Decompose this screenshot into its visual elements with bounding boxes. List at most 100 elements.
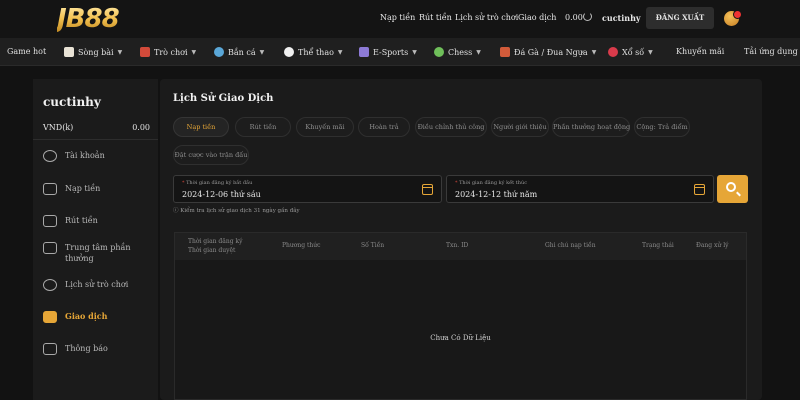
search-icon [726, 182, 736, 192]
chevron-down-icon: ▼ [412, 48, 417, 56]
lottery-ball-icon [608, 47, 618, 57]
sidebar-item-deposit[interactable]: Nạp tiền [43, 183, 100, 195]
nav-item-esports[interactable]: E-Sports ▼ [359, 47, 417, 57]
logo-text: JB88 [57, 4, 120, 34]
refresh-icon[interactable] [583, 12, 592, 21]
nav-item-download-app[interactable]: Tải ứng dụng [744, 47, 798, 56]
search-button[interactable] [717, 175, 748, 203]
column-header-register-time: Thời gian đăng ký [188, 238, 243, 245]
top-link-withdraw[interactable]: Rút tiền [419, 13, 452, 22]
coins-icon [43, 311, 57, 323]
header-balance: 0.00 [565, 13, 583, 22]
slot-machine-icon [140, 47, 150, 57]
sidebar-username: cuctinhy [43, 95, 101, 109]
header-username: cuctinhy [602, 13, 641, 23]
nav-item-lottery[interactable]: Xổ số ▼ [608, 47, 653, 57]
chess-icon [434, 47, 444, 57]
tab-rebate[interactable]: Hoàn trả [358, 117, 410, 137]
tab-activity-rewards[interactable]: Phần thưởng hoạt động [552, 117, 630, 137]
sidebar-item-game-history[interactable]: Lịch sử trò chơi [43, 279, 128, 291]
history-clock-icon [43, 279, 57, 291]
column-header-deposit-note: Ghi chú nạp tiền [545, 242, 596, 249]
nav-item-promotions[interactable]: Khuyến mãi [676, 47, 724, 56]
user-icon [43, 150, 57, 162]
date-from-field[interactable]: Thời gian đăng ký bắt đầu 2024-12-06 thứ… [173, 175, 442, 203]
sidebar-item-label: Trung tâm phần thưởng [65, 243, 131, 263]
cards-icon [64, 47, 74, 57]
date-to-label: Thời gian đăng ký kết thúc [455, 180, 527, 186]
logout-button[interactable]: ĐĂNG XUẤT [646, 7, 714, 29]
nav-label: E-Sports [373, 47, 409, 57]
chevron-down-icon: ▼ [117, 48, 123, 56]
tab-promotions[interactable]: Khuyến mãi [296, 117, 354, 137]
top-link-deposit[interactable]: Nạp tiền [380, 13, 415, 22]
chevron-down-icon: ▼ [476, 48, 481, 56]
rooster-icon [500, 47, 510, 57]
top-link-game-history[interactable]: Lịch sử trò chơi [455, 13, 518, 22]
tab-points-payback[interactable]: Cộng: Trả điểm [634, 117, 690, 137]
date-from-value: 2024-12-06 thứ sáu [182, 190, 261, 199]
column-header-approve-time: Thời gian duyệt [188, 247, 236, 254]
nav-item-games[interactable]: Trò chơi ▼ [140, 47, 196, 57]
tab-deposit[interactable]: Nạp tiền [173, 117, 229, 137]
date-to-value: 2024-12-12 thứ năm [455, 190, 538, 199]
account-sidebar: cuctinhy VND(k) 0.00 Tài khoản Nạp tiền … [33, 79, 158, 400]
sidebar-item-transactions[interactable]: Giao dịch [43, 311, 108, 323]
tab-referrer[interactable]: Người giới thiệu [491, 117, 549, 137]
nav-label: Game hot [7, 47, 47, 56]
column-header-method: Phương thức [282, 242, 321, 249]
nav-item-casino[interactable]: Sòng bài ▼ [64, 47, 122, 57]
sidebar-item-notifications[interactable]: Thông báo [43, 343, 108, 355]
divider [33, 139, 158, 140]
nav-label: Xổ số [622, 47, 645, 57]
nav-item-sports[interactable]: Thể thao ▼ [284, 47, 343, 57]
main-nav: Game hot Sòng bài ▼ Trò chơi ▼ Bắn cá ▼ Thể… [0, 38, 800, 66]
chevron-down-icon: ▼ [191, 48, 197, 56]
transactions-table: Thời gian đăng ký Thời gian duyệt Phương… [174, 232, 747, 400]
tab-match-bets[interactable]: Đặt cược vào trận đấu [173, 145, 249, 165]
tab-manual-adjustment[interactable]: Điều chỉnh thủ công [415, 117, 487, 137]
avatar-icon[interactable] [724, 10, 742, 26]
calendar-icon[interactable] [694, 184, 705, 195]
nav-label: Khuyến mãi [676, 47, 725, 56]
sidebar-item-withdraw[interactable]: Rút tiền [43, 215, 98, 227]
sidebar-item-label: Rút tiền [65, 216, 98, 225]
sidebar-item-account[interactable]: Tài khoản [43, 150, 105, 162]
sidebar-item-label: Lịch sử trò chơi [65, 280, 129, 289]
calendar-icon[interactable] [422, 184, 433, 195]
sidebar-item-label: Giao dịch [65, 311, 108, 321]
nav-item-fishing[interactable]: Bắn cá ▼ [214, 47, 264, 57]
column-header-status: Trạng thái [642, 242, 674, 249]
date-range-hint: ⓘ Kiểm tra lịch sử giao dịch 31 ngày gần… [173, 208, 300, 214]
chevron-down-icon: ▼ [591, 48, 597, 56]
deposit-hand-icon [43, 183, 57, 195]
tab-withdraw[interactable]: Rút tiền [235, 117, 291, 137]
date-to-field[interactable]: Thời gian đăng ký kết thúc 2024-12-12 th… [446, 175, 714, 203]
nav-label: Bắn cá [228, 47, 256, 57]
withdraw-hand-icon [43, 215, 57, 227]
sidebar-item-label: Tài khoản [65, 151, 105, 160]
chevron-down-icon: ▼ [648, 48, 653, 56]
nav-item-cockfight-racing[interactable]: Đá Gà / Đua Ngựa ▼ [500, 47, 596, 57]
nav-label: Trò chơi [154, 47, 188, 57]
transaction-history-panel: Lịch Sử Giao Dịch Nạp tiền Rút tiền Khuy… [160, 79, 762, 400]
empty-state-text: Chưa Có Dữ Liệu [430, 334, 491, 342]
nav-label: Tải ứng dụng [744, 47, 798, 56]
nav-item-chess[interactable]: Chess ▼ [434, 47, 481, 57]
nav-item-game-hot[interactable]: Game hot [7, 47, 46, 56]
chevron-down-icon: ▼ [259, 48, 265, 56]
jb88-logo[interactable]: JB88 [57, 4, 141, 34]
table-header: Thời gian đăng ký Thời gian duyệt Phương… [175, 233, 746, 260]
column-header-amount: Số Tiền [361, 242, 385, 249]
soccer-ball-icon [284, 47, 294, 57]
nav-label: Chess [448, 47, 473, 57]
date-from-label: Thời gian đăng ký bắt đầu [182, 180, 252, 186]
balance-value: 0.00 [132, 123, 150, 132]
nav-label: Đá Gà / Đua Ngựa [514, 47, 588, 57]
sidebar-item-rewards[interactable]: Trung tâm phần thưởng [43, 242, 135, 264]
top-link-transactions[interactable]: Giao dịch [518, 13, 556, 22]
column-header-processing: Đang xử lý [696, 242, 729, 249]
nav-label: Thể thao [298, 47, 334, 57]
fish-icon [214, 47, 224, 57]
nav-label: Sòng bài [78, 47, 114, 57]
